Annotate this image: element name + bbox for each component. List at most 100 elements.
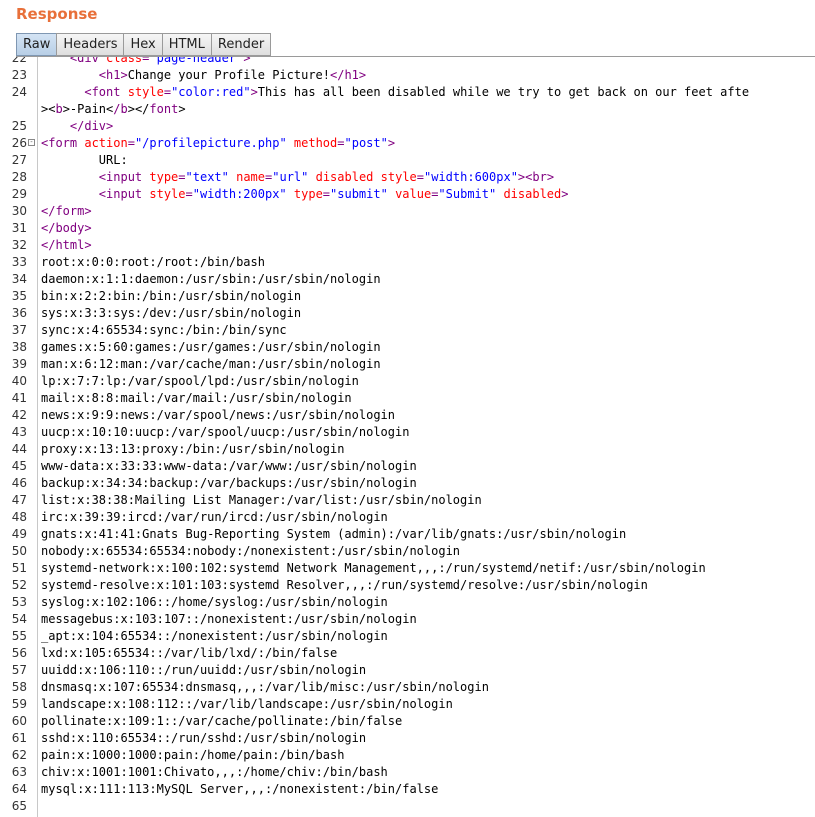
code-line: 58 dnsmasq:x:107:65534:dnsmasq,,,:/var/li…	[0, 679, 815, 696]
code-token: man:x:6:12:man:/var/cache/man:/usr/sbin/…	[41, 357, 381, 371]
line-number: 47	[11, 493, 27, 507]
code-token: value	[395, 187, 432, 201]
line-number: 34	[11, 272, 27, 286]
line-number: 29	[11, 187, 27, 201]
code-token: gnats:x:41:41:Gnats Bug-Reporting System…	[41, 527, 627, 541]
tab-render[interactable]: Render	[210, 33, 272, 56]
code-token: >	[387, 136, 396, 150]
code-token: games:x:5:60:games:/usr/games:/usr/sbin/…	[41, 340, 381, 354]
code-token: <div	[69, 57, 107, 65]
line-text: <input type="text" name="url" disabled s…	[41, 169, 554, 186]
line-text: <h1>Change your Profile Picture!</h1>	[41, 67, 366, 84]
code-line: 65	[0, 798, 815, 815]
code-token: ><br>	[517, 170, 555, 184]
code-token: "width:200px"	[192, 187, 287, 201]
line-number: 51	[11, 561, 27, 575]
code-token: This has all been disabled while we try …	[257, 85, 750, 99]
code-token: _apt:x:104:65534::/nonexistent:/usr/sbin…	[41, 629, 388, 643]
line-text: sys:x:3:3:sys:/dev:/usr/sbin/nologin	[41, 305, 301, 322]
code-line: 25 </div>	[0, 118, 815, 135]
code-token: b	[55, 102, 63, 116]
code-line: 47 list:x:38:38:Mailing List Manager:/var…	[0, 492, 815, 509]
code-line: 39 man:x:6:12:man:/var/cache/man:/usr/sbi…	[0, 356, 815, 373]
code-line: 40 lp:x:7:7:lp:/var/spool/lpd:/usr/sbin/n…	[0, 373, 815, 390]
code-token: class	[106, 57, 143, 65]
line-number: 30	[11, 204, 27, 218]
code-line: 54 messagebus:x:103:107::/nonexistent:/us…	[0, 611, 815, 628]
line-text: </div>	[41, 118, 113, 135]
code-token: uucp:x:10:10:uucp:/var/spool/uucp:/usr/s…	[41, 425, 410, 439]
line-number: 31	[11, 221, 27, 235]
line-text: <font style="color:red">This has all bee…	[41, 84, 749, 101]
line-number: 54	[11, 612, 27, 626]
code-line: 49 gnats:x:41:41:Gnats Bug-Reporting Syst…	[0, 526, 815, 543]
line-text: syslog:x:102:106::/home/syslog:/usr/sbin…	[41, 594, 388, 611]
line-text: </body>	[41, 220, 92, 237]
response-editor[interactable]: 22 <div class="page-header"> 23 <h1>Chang…	[0, 57, 815, 817]
line-text: nobody:x:65534:65534:nobody:/nonexistent…	[41, 543, 460, 560]
code-token: </form>	[41, 204, 92, 218]
code-token: >	[243, 57, 251, 65]
code-token: daemon:x:1:1:daemon:/usr/sbin:/usr/sbin/…	[41, 272, 381, 286]
code-token: root:x:0:0:root:/root:/bin/bash	[41, 255, 265, 269]
code-line: 38 games:x:5:60:games:/usr/games:/usr/sbi…	[0, 339, 815, 356]
code-lines: 22 <div class="page-header"> 23 <h1>Chang…	[0, 57, 815, 815]
line-text: landscape:x:108:112::/var/lib/landscape:…	[41, 696, 453, 713]
code-line: 59 landscape:x:108:112::/var/lib/landscap…	[0, 696, 815, 713]
panel-title: Response	[16, 5, 98, 23]
code-token: </div>	[69, 119, 114, 133]
line-text: pain:x:1000:1000:pain:/home/pain:/bin/ba…	[41, 747, 344, 764]
tab-hex[interactable]: Hex	[123, 33, 163, 56]
line-number: 57	[11, 663, 27, 677]
line-text: URL:	[41, 152, 128, 169]
code-token: proxy:x:13:13:proxy:/bin:/usr/sbin/nolog…	[41, 442, 345, 456]
code-line: 43 uucp:x:10:10:uucp:/var/spool/uucp:/usr…	[0, 424, 815, 441]
code-line: 33 root:x:0:0:root:/root:/bin/bash	[0, 254, 815, 271]
code-token: >	[250, 85, 258, 99]
line-text: dnsmasq:x:107:65534:dnsmasq,,,:/var/lib/…	[41, 679, 489, 696]
code-line: 24 <font style="color:red">This has all …	[0, 84, 815, 101]
code-line: 29 <input style="width:200px" type="subm…	[0, 186, 815, 203]
code-token: lp:x:7:7:lp:/var/spool/lpd:/usr/sbin/nol…	[41, 374, 359, 388]
line-number: 65	[11, 799, 27, 813]
line-number: 25	[11, 119, 27, 133]
line-number: 62	[11, 748, 27, 762]
code-token: Change your Profile Picture!	[127, 68, 330, 82]
fold-toggle-icon[interactable]: -	[28, 139, 35, 146]
code-token: "submit"	[330, 187, 388, 201]
code-token: lxd:x:105:65534::/var/lib/lxd/:/bin/fals…	[41, 646, 338, 660]
code-token: "/profilepicture.php"	[134, 136, 287, 150]
code-line: 37 sync:x:4:65534:sync:/bin:/bin/sync	[0, 322, 815, 339]
code-line: 56 lxd:x:105:65534::/var/lib/lxd/:/bin/fa…	[0, 645, 815, 662]
line-text: ><b>-Pain</b></font>	[41, 101, 186, 118]
line-number: 39	[11, 357, 27, 371]
line-number: 26	[11, 136, 27, 150]
code-line: 22 <div class="page-header">	[0, 57, 815, 67]
code-token: mail:x:8:8:mail:/var/mail:/usr/sbin/nolo…	[41, 391, 352, 405]
line-number: 45	[11, 459, 27, 473]
code-token: disabled	[503, 187, 562, 201]
code-token: method	[293, 136, 338, 150]
line-text: www-data:x:33:33:www-data:/var/www:/usr/…	[41, 458, 417, 475]
code-token: /b	[113, 102, 128, 116]
line-number: 53	[11, 595, 27, 609]
line-text: uucp:x:10:10:uucp:/var/spool/uucp:/usr/s…	[41, 424, 409, 441]
line-number: 50	[11, 544, 27, 558]
line-text: systemd-resolve:x:101:103:systemd Resolv…	[41, 577, 648, 594]
line-text: <input style="width:200px" type="submit"…	[41, 186, 569, 203]
tab-raw[interactable]: Raw	[16, 33, 58, 56]
code-token: <h1>	[98, 68, 128, 82]
code-token: =	[322, 187, 331, 201]
line-number: 22	[11, 57, 27, 65]
code-token: style	[127, 85, 164, 99]
line-number: 33	[11, 255, 27, 269]
tab-html[interactable]: HTML	[161, 33, 212, 56]
code-token: landscape:x:108:112::/var/lib/landscape:…	[41, 697, 453, 711]
code-token: <input	[98, 187, 150, 201]
line-number: 37	[11, 323, 27, 337]
tab-headers[interactable]: Headers	[56, 33, 125, 56]
line-number: 41	[11, 391, 27, 405]
line-number: 40	[11, 374, 27, 388]
